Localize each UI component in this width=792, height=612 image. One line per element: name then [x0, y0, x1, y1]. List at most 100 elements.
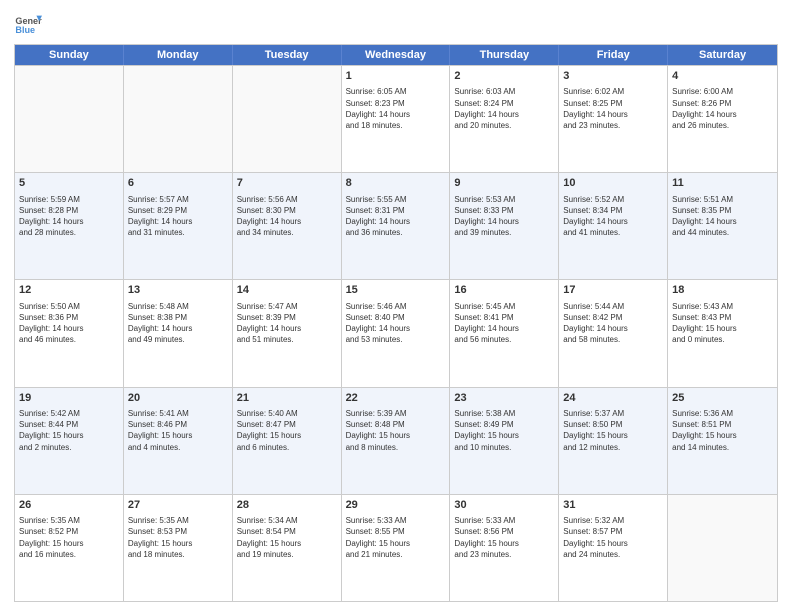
cell-info: and 41 minutes. [563, 227, 663, 238]
page: General Blue SundayMondayTuesdayWednesda… [0, 0, 792, 612]
day-cell-15: 15Sunrise: 5:46 AMSunset: 8:40 PMDayligh… [342, 280, 451, 386]
day-number: 4 [672, 69, 773, 84]
day-number: 7 [237, 176, 337, 191]
empty-cell [668, 495, 777, 601]
day-number: 22 [346, 391, 446, 406]
cell-info: and 19 minutes. [237, 549, 337, 560]
cell-info: Sunset: 8:49 PM [454, 419, 554, 430]
day-cell-2: 2Sunrise: 6:03 AMSunset: 8:24 PMDaylight… [450, 66, 559, 172]
cell-info: and 53 minutes. [346, 334, 446, 345]
cell-info: Sunrise: 5:35 AM [19, 515, 119, 526]
day-number: 1 [346, 69, 446, 84]
cell-info: Sunset: 8:51 PM [672, 419, 773, 430]
day-cell-27: 27Sunrise: 5:35 AMSunset: 8:53 PMDayligh… [124, 495, 233, 601]
cell-info: and 4 minutes. [128, 442, 228, 453]
day-cell-12: 12Sunrise: 5:50 AMSunset: 8:36 PMDayligh… [15, 280, 124, 386]
cell-info: Daylight: 15 hours [19, 538, 119, 549]
day-cell-10: 10Sunrise: 5:52 AMSunset: 8:34 PMDayligh… [559, 173, 668, 279]
cell-info: and 6 minutes. [237, 442, 337, 453]
empty-cell [15, 66, 124, 172]
cell-info: Sunrise: 6:05 AM [346, 86, 446, 97]
day-cell-4: 4Sunrise: 6:00 AMSunset: 8:26 PMDaylight… [668, 66, 777, 172]
cell-info: and 31 minutes. [128, 227, 228, 238]
day-cell-16: 16Sunrise: 5:45 AMSunset: 8:41 PMDayligh… [450, 280, 559, 386]
day-cell-24: 24Sunrise: 5:37 AMSunset: 8:50 PMDayligh… [559, 388, 668, 494]
day-cell-7: 7Sunrise: 5:56 AMSunset: 8:30 PMDaylight… [233, 173, 342, 279]
cell-info: Sunset: 8:52 PM [19, 526, 119, 537]
cell-info: and 21 minutes. [346, 549, 446, 560]
day-cell-8: 8Sunrise: 5:55 AMSunset: 8:31 PMDaylight… [342, 173, 451, 279]
cell-info: Sunrise: 5:48 AM [128, 301, 228, 312]
logo-icon: General Blue [14, 10, 42, 38]
cell-info: and 36 minutes. [346, 227, 446, 238]
logo: General Blue [14, 10, 44, 38]
cell-info: Sunset: 8:29 PM [128, 205, 228, 216]
cell-info: and 18 minutes. [346, 120, 446, 131]
cell-info: Sunrise: 5:37 AM [563, 408, 663, 419]
cell-info: Sunrise: 5:57 AM [128, 194, 228, 205]
day-number: 13 [128, 283, 228, 298]
cell-info: Daylight: 14 hours [454, 216, 554, 227]
calendar-header: SundayMondayTuesdayWednesdayThursdayFrid… [15, 45, 777, 65]
cell-info: Sunrise: 6:03 AM [454, 86, 554, 97]
cell-info: Daylight: 15 hours [672, 430, 773, 441]
cell-info: Daylight: 15 hours [346, 538, 446, 549]
day-header-wednesday: Wednesday [342, 45, 451, 65]
cell-info: Sunset: 8:35 PM [672, 205, 773, 216]
cell-info: Daylight: 15 hours [563, 538, 663, 549]
calendar-row-1: 1Sunrise: 6:05 AMSunset: 8:23 PMDaylight… [15, 65, 777, 172]
cell-info: Daylight: 15 hours [454, 538, 554, 549]
cell-info: Sunset: 8:39 PM [237, 312, 337, 323]
day-number: 24 [563, 391, 663, 406]
cell-info: and 12 minutes. [563, 442, 663, 453]
day-number: 19 [19, 391, 119, 406]
cell-info: Daylight: 14 hours [563, 323, 663, 334]
cell-info: Daylight: 14 hours [128, 323, 228, 334]
cell-info: Sunset: 8:56 PM [454, 526, 554, 537]
day-cell-31: 31Sunrise: 5:32 AMSunset: 8:57 PMDayligh… [559, 495, 668, 601]
cell-info: and 46 minutes. [19, 334, 119, 345]
day-number: 11 [672, 176, 773, 191]
day-number: 25 [672, 391, 773, 406]
cell-info: Sunset: 8:54 PM [237, 526, 337, 537]
cell-info: Daylight: 15 hours [672, 323, 773, 334]
day-number: 27 [128, 498, 228, 513]
day-cell-13: 13 Sunrise: 5:48 AMSunset: 8:38 PMDayligh… [124, 280, 233, 386]
cell-info: and 58 minutes. [563, 334, 663, 345]
cell-info: Daylight: 14 hours [454, 323, 554, 334]
cell-info: Sunrise: 5:56 AM [237, 194, 337, 205]
day-number: 31 [563, 498, 663, 513]
day-cell-23: 23Sunrise: 5:38 AMSunset: 8:49 PMDayligh… [450, 388, 559, 494]
day-cell-14: 14Sunrise: 5:47 AMSunset: 8:39 PMDayligh… [233, 280, 342, 386]
cell-info: Sunset: 8:34 PM [563, 205, 663, 216]
day-number: 10 [563, 176, 663, 191]
cell-info: Sunset: 8:48 PM [346, 419, 446, 430]
cell-info: Sunrise: 5:33 AM [346, 515, 446, 526]
calendar-row-4: 19Sunrise: 5:42 AMSunset: 8:44 PMDayligh… [15, 387, 777, 494]
calendar-row-3: 12Sunrise: 5:50 AMSunset: 8:36 PMDayligh… [15, 279, 777, 386]
day-cell-29: 29Sunrise: 5:33 AMSunset: 8:55 PMDayligh… [342, 495, 451, 601]
cell-info: and 28 minutes. [19, 227, 119, 238]
cell-info: Sunrise: 5:53 AM [454, 194, 554, 205]
day-cell-28: 28Sunrise: 5:34 AMSunset: 8:54 PMDayligh… [233, 495, 342, 601]
day-number: 2 [454, 69, 554, 84]
cell-info: Daylight: 15 hours [346, 430, 446, 441]
cell-info: Sunset: 8:31 PM [346, 205, 446, 216]
day-number: 12 [19, 283, 119, 298]
cell-info: and 8 minutes. [346, 442, 446, 453]
cell-info: Sunrise: 5:43 AM [672, 301, 773, 312]
day-number: 20 [128, 391, 228, 406]
day-cell-18: 18Sunrise: 5:43 AMSunset: 8:43 PMDayligh… [668, 280, 777, 386]
day-cell-19: 19Sunrise: 5:42 AMSunset: 8:44 PMDayligh… [15, 388, 124, 494]
cell-info: Daylight: 15 hours [128, 538, 228, 549]
calendar: SundayMondayTuesdayWednesdayThursdayFrid… [14, 44, 778, 602]
cell-info: and 10 minutes. [454, 442, 554, 453]
cell-info: and 24 minutes. [563, 549, 663, 560]
calendar-body: 1Sunrise: 6:05 AMSunset: 8:23 PMDaylight… [15, 65, 777, 601]
calendar-row-5: 26Sunrise: 5:35 AMSunset: 8:52 PMDayligh… [15, 494, 777, 601]
cell-info: Sunset: 8:38 PM [128, 312, 228, 323]
day-cell-11: 11Sunrise: 5:51 AMSunset: 8:35 PMDayligh… [668, 173, 777, 279]
day-number: 26 [19, 498, 119, 513]
cell-info: Sunset: 8:53 PM [128, 526, 228, 537]
cell-info: Daylight: 14 hours [346, 216, 446, 227]
